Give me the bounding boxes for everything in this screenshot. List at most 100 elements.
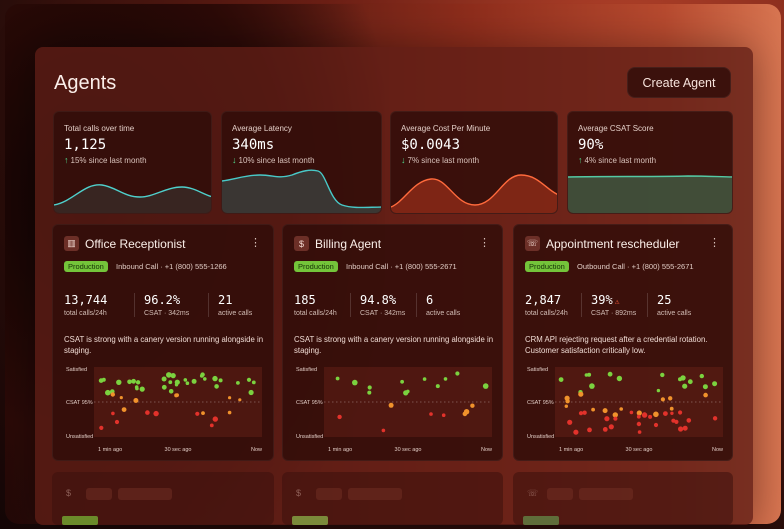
scatter-point xyxy=(121,407,127,412)
scatter-point xyxy=(174,379,180,385)
stat-label: total calls/24h xyxy=(64,310,107,317)
metric-card-cost[interactable]: Average Cost Per Minute $0.0043 ↓ 7% sinc… xyxy=(390,111,558,214)
scatter-point xyxy=(470,403,475,408)
scatter-point xyxy=(135,386,139,391)
agent-card-appointment-rescheduler[interactable]: ☏ Appointment rescheduler ⋮ Production O… xyxy=(513,224,733,461)
scatter-point xyxy=(153,410,159,417)
more-options-icon[interactable]: ⋮ xyxy=(479,236,490,249)
scatter-point xyxy=(669,406,674,411)
stat-label: active calls xyxy=(426,310,461,317)
agent-card-office-receptionist[interactable]: ▥ Office Receptionist ⋮ Production Inbou… xyxy=(52,224,274,461)
skeleton-block xyxy=(118,488,172,500)
csat-scatter-plot: Satisfied CSAT 95% Unsatisfied 1 min ago 30 … xyxy=(296,367,492,453)
metric-card-latency[interactable]: Average Latency 340ms ↓ 10% since last mo… xyxy=(221,111,382,214)
y-axis-label: CSAT 95% xyxy=(66,400,93,406)
scatter-point xyxy=(168,380,173,385)
scatter-point xyxy=(406,389,410,394)
scatter-point xyxy=(139,386,145,392)
stat-value: 6 xyxy=(426,293,434,307)
x-axis-label: Now xyxy=(251,447,262,453)
scatter-point xyxy=(653,411,659,418)
scatter-point xyxy=(145,410,150,415)
scatter-point xyxy=(602,408,608,414)
stat-csat: 96.2% CSAT · 342ms xyxy=(134,293,189,317)
csat-scatter-plot: Satisfied CSAT 95% Unsatisfied 1 min ago 30 … xyxy=(66,367,262,453)
skeleton-block xyxy=(316,488,342,500)
agent-meta: Inbound Call · +1 (800) 555-2671 xyxy=(346,262,457,271)
status-badge: Production xyxy=(294,261,338,272)
stat-value: 94.8% xyxy=(360,293,397,307)
scatter-point xyxy=(174,393,179,398)
scatter-point xyxy=(668,396,673,401)
stat-value: 39% xyxy=(591,293,613,307)
y-axis-label: CSAT 95% xyxy=(527,400,554,406)
agent-name: Billing Agent xyxy=(315,237,382,251)
agent-name: Appointment rescheduler xyxy=(546,237,680,251)
scatter-point xyxy=(663,411,668,416)
scatter-point xyxy=(422,377,427,381)
scatter-point xyxy=(227,410,232,415)
y-axis-label: Satisfied xyxy=(296,367,317,373)
metric-card-total-calls[interactable]: Total calls over time 1,125 ↑ 15% since l… xyxy=(53,111,212,214)
skeleton-badge xyxy=(62,516,98,525)
scatter-point xyxy=(105,389,111,396)
agent-stats: 13,744 total calls/24h 96.2% CSAT · 342ms … xyxy=(64,293,266,319)
agent-card-billing-agent[interactable]: $ Billing Agent ⋮ Production Inbound Cal… xyxy=(282,224,503,461)
more-options-icon[interactable]: ⋮ xyxy=(250,236,261,249)
skeleton-block xyxy=(579,488,633,500)
scatter-point xyxy=(228,396,232,400)
scatter-point xyxy=(443,377,448,381)
stat-csat: 94.8% CSAT · 342ms xyxy=(350,293,405,317)
scatter-point xyxy=(682,425,688,431)
page-title: Agents xyxy=(54,72,117,94)
scatter-point xyxy=(678,410,683,415)
scatter-point xyxy=(682,383,688,389)
stat-label: total calls/24h xyxy=(525,310,568,317)
metric-label: Average Cost Per Minute xyxy=(401,124,491,133)
metric-card-csat[interactable]: Average CSAT Score 90% ↑ 4% since last mo… xyxy=(567,111,733,214)
scatter-point xyxy=(110,392,115,397)
status-badge: Production xyxy=(525,261,569,272)
y-axis-label: Unsatisfied xyxy=(527,434,554,440)
scatter-point xyxy=(127,379,132,385)
agent-stats: 2,847 total calls/24h 39% ⚠ CSAT · 892ms 25… xyxy=(525,293,727,319)
metric-value: 340ms xyxy=(232,137,275,153)
scatter-point xyxy=(116,379,122,385)
metric-sparkline xyxy=(222,169,381,213)
warning-icon: ⚠ xyxy=(614,297,620,306)
create-agent-button[interactable]: Create Agent xyxy=(627,67,731,98)
stat-value: 2,847 xyxy=(525,293,562,307)
scatter-point xyxy=(337,414,342,420)
scatter-point xyxy=(191,378,197,384)
scatter-point xyxy=(636,414,641,419)
metric-sparkline xyxy=(54,184,211,213)
scatter-point xyxy=(367,385,372,390)
scatter-point xyxy=(195,411,200,416)
scatter-point xyxy=(616,375,623,382)
skeleton-block xyxy=(86,488,112,500)
metric-sparkline xyxy=(391,174,557,213)
scatter-point xyxy=(653,422,659,428)
stat-total-calls: 2,847 total calls/24h xyxy=(525,293,568,317)
skeleton-badge xyxy=(292,516,328,525)
stat-value: 185 xyxy=(294,293,316,307)
more-options-icon[interactable]: ⋮ xyxy=(709,236,720,249)
scatter-point xyxy=(636,410,642,416)
scatter-point xyxy=(674,419,679,424)
dollar-icon: $ xyxy=(66,488,72,498)
y-axis-label: Unsatisfied xyxy=(66,434,93,440)
skeleton-card: ☏ xyxy=(513,472,733,525)
scatter-point xyxy=(203,377,207,381)
stat-label: CSAT · 342ms xyxy=(144,310,190,317)
scatter-point xyxy=(455,371,460,376)
x-axis-label: Now xyxy=(481,447,492,453)
scatter-point xyxy=(608,424,614,430)
scatter-point xyxy=(388,402,394,408)
scatter-point xyxy=(587,372,592,377)
x-axis-label: 1 min ago xyxy=(328,447,352,453)
y-axis-label: CSAT 95% xyxy=(296,400,323,406)
scatter-point xyxy=(641,412,648,418)
scatter-point xyxy=(170,373,176,379)
scatter-point xyxy=(582,410,587,415)
scatter-point xyxy=(558,377,564,382)
